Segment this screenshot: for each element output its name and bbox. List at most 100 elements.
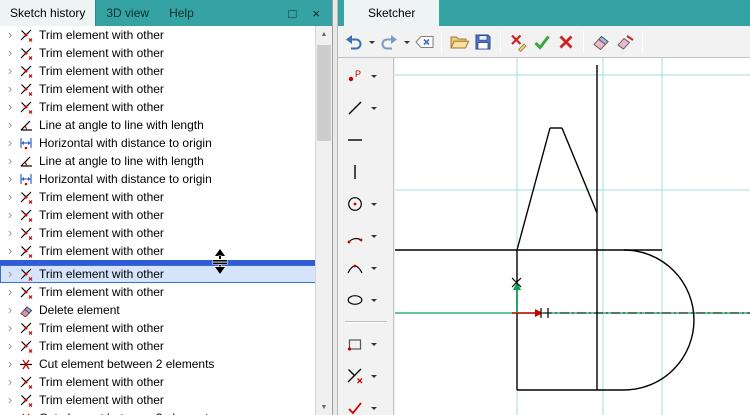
expand-chevron-icon[interactable]: ›: [3, 409, 17, 415]
expand-chevron-icon[interactable]: ›: [3, 188, 17, 206]
expand-chevron-icon[interactable]: ›: [3, 337, 17, 355]
sketch-arc[interactable]: [623, 249, 695, 391]
scroll-up-icon[interactable]: ▲: [316, 26, 332, 42]
point-tool-button[interactable]: P: [343, 64, 367, 88]
undo-dropdown[interactable]: [366, 29, 377, 55]
arc-3pt-tool-button[interactable]: [343, 256, 367, 280]
vertical-line-tool-button[interactable]: [343, 160, 367, 184]
expand-chevron-icon[interactable]: ›: [3, 44, 17, 62]
tab-sketcher[interactable]: Sketcher: [344, 0, 440, 26]
expand-chevron-icon[interactable]: ›: [3, 98, 17, 116]
ellipse-tool-button[interactable]: [343, 288, 367, 312]
history-item[interactable]: › Trim element with other: [0, 224, 316, 242]
history-item[interactable]: › Trim element with other: [0, 62, 316, 80]
history-item[interactable]: › Trim element with other: [0, 98, 316, 116]
expand-chevron-icon[interactable]: ›: [3, 373, 17, 391]
history-item[interactable]: › Trim element with other: [0, 188, 316, 206]
maximize-icon[interactable]: □: [289, 6, 297, 21]
history-item[interactable]: › Trim element with other: [0, 44, 316, 62]
rectangle-tool-button[interactable]: [343, 332, 367, 356]
erase-button[interactable]: [589, 29, 613, 55]
trim-tool-button[interactable]: [343, 364, 367, 388]
history-item-label: Trim element with other: [39, 285, 164, 299]
history-item[interactable]: › Horizontal with distance to origin: [0, 170, 316, 188]
line-tool-button[interactable]: [343, 96, 367, 120]
close-icon[interactable]: ×: [312, 6, 320, 21]
undo-button[interactable]: [342, 29, 366, 55]
erase-pencil-button[interactable]: [613, 29, 637, 55]
circle-tool-button[interactable]: [343, 192, 367, 216]
expand-chevron-icon[interactable]: ›: [3, 283, 17, 301]
history-item[interactable]: › Cut element between 2 elements: [0, 409, 316, 415]
circle-tool-dropdown[interactable]: [369, 191, 380, 217]
expand-chevron-icon[interactable]: ›: [3, 80, 17, 98]
horizontal-line-tool-button[interactable]: [343, 128, 367, 152]
accept-button[interactable]: [530, 29, 554, 55]
circle-tool-icon: [347, 197, 362, 211]
expand-chevron-icon[interactable]: ›: [3, 319, 17, 337]
save-button[interactable]: [471, 29, 495, 55]
sketch-slant-left[interactable]: [516, 127, 551, 251]
history-item-label: Trim element with other: [39, 393, 164, 407]
vertical-line-tool-icon: [353, 165, 356, 179]
history-item[interactable]: › Cut element between 2 elements: [0, 355, 316, 373]
rectangle-tool-dropdown[interactable]: [369, 331, 380, 357]
history-scrollbar[interactable]: ▲ ▼: [315, 26, 332, 415]
scroll-down-icon[interactable]: ▼: [316, 399, 332, 415]
sketch-canvas[interactable]: [395, 58, 750, 415]
constraint-tool-button[interactable]: [343, 396, 367, 415]
history-item[interactable]: › Line at angle to line with length: [0, 116, 316, 134]
history-item[interactable]: › Trim element with other: [0, 337, 316, 355]
history-item[interactable]: › Delete element: [0, 301, 316, 319]
expand-chevron-icon[interactable]: ›: [3, 134, 17, 152]
point-tool-dropdown[interactable]: [369, 63, 380, 89]
history-item[interactable]: › Trim element with other: [0, 80, 316, 98]
history-item-label: Trim element with other: [39, 64, 164, 78]
expand-chevron-icon[interactable]: ›: [3, 301, 17, 319]
history-item[interactable]: › Trim element with other: [0, 319, 316, 337]
cancel-button[interactable]: [554, 29, 578, 55]
expand-chevron-icon[interactable]: ›: [3, 265, 17, 283]
history-item-label: Cut element between 2 elements: [37, 411, 214, 415]
tab-help[interactable]: Help: [159, 0, 204, 26]
trim-tool-dropdown[interactable]: [369, 363, 380, 389]
line-tool-dropdown[interactable]: [369, 95, 380, 121]
arc-3pt-tool-dropdown[interactable]: [369, 255, 380, 281]
history-item[interactable]: › Trim element with other: [0, 26, 316, 44]
history-item[interactable]: › Trim element with other: [0, 373, 316, 391]
open-button[interactable]: [447, 29, 471, 55]
delete-sketch-button[interactable]: [506, 29, 530, 55]
expand-chevron-icon[interactable]: ›: [3, 355, 17, 373]
history-item[interactable]: › Horizontal with distance to origin: [0, 134, 316, 152]
arc-tool-button[interactable]: [343, 224, 367, 248]
expand-chevron-icon[interactable]: ›: [3, 170, 17, 188]
svg-text:P: P: [355, 69, 361, 79]
backspace-button[interactable]: [412, 29, 436, 55]
history-item[interactable]: › Trim element with other: [0, 206, 316, 224]
expand-chevron-icon[interactable]: ›: [3, 224, 17, 242]
trim-icon: [20, 376, 33, 389]
expand-chevron-icon[interactable]: ›: [3, 62, 17, 80]
history-item-label: Cut element between 2 elements: [39, 357, 215, 371]
redo-button[interactable]: [377, 29, 401, 55]
history-item[interactable]: › Trim element with other: [0, 391, 316, 409]
tab-3d-view[interactable]: 3D view: [96, 0, 159, 26]
expand-chevron-icon[interactable]: ›: [3, 242, 17, 260]
redo-dropdown[interactable]: [401, 29, 412, 55]
scrollbar-thumb[interactable]: [317, 45, 331, 141]
expand-chevron-icon[interactable]: ›: [3, 391, 17, 409]
history-item[interactable]: › Trim element with other: [0, 283, 316, 301]
history-item-selected[interactable]: › Trim element with other: [0, 265, 316, 283]
sketch-slant-right[interactable]: [561, 127, 598, 214]
ellipse-tool-dropdown[interactable]: [369, 287, 380, 313]
expand-chevron-icon[interactable]: ›: [3, 26, 17, 44]
expand-chevron-icon[interactable]: ›: [3, 116, 17, 134]
expand-chevron-icon[interactable]: ›: [3, 152, 17, 170]
history-item[interactable]: › Trim element with other: [0, 242, 316, 260]
tab-sketch-history[interactable]: Sketch history: [0, 0, 97, 26]
expand-chevron-icon[interactable]: ›: [3, 206, 17, 224]
history-item[interactable]: › Line at angle to line with length: [0, 152, 316, 170]
toolbar-separator: [642, 30, 643, 53]
constraint-tool-dropdown[interactable]: [369, 395, 380, 415]
arc-tool-dropdown[interactable]: [369, 223, 380, 249]
